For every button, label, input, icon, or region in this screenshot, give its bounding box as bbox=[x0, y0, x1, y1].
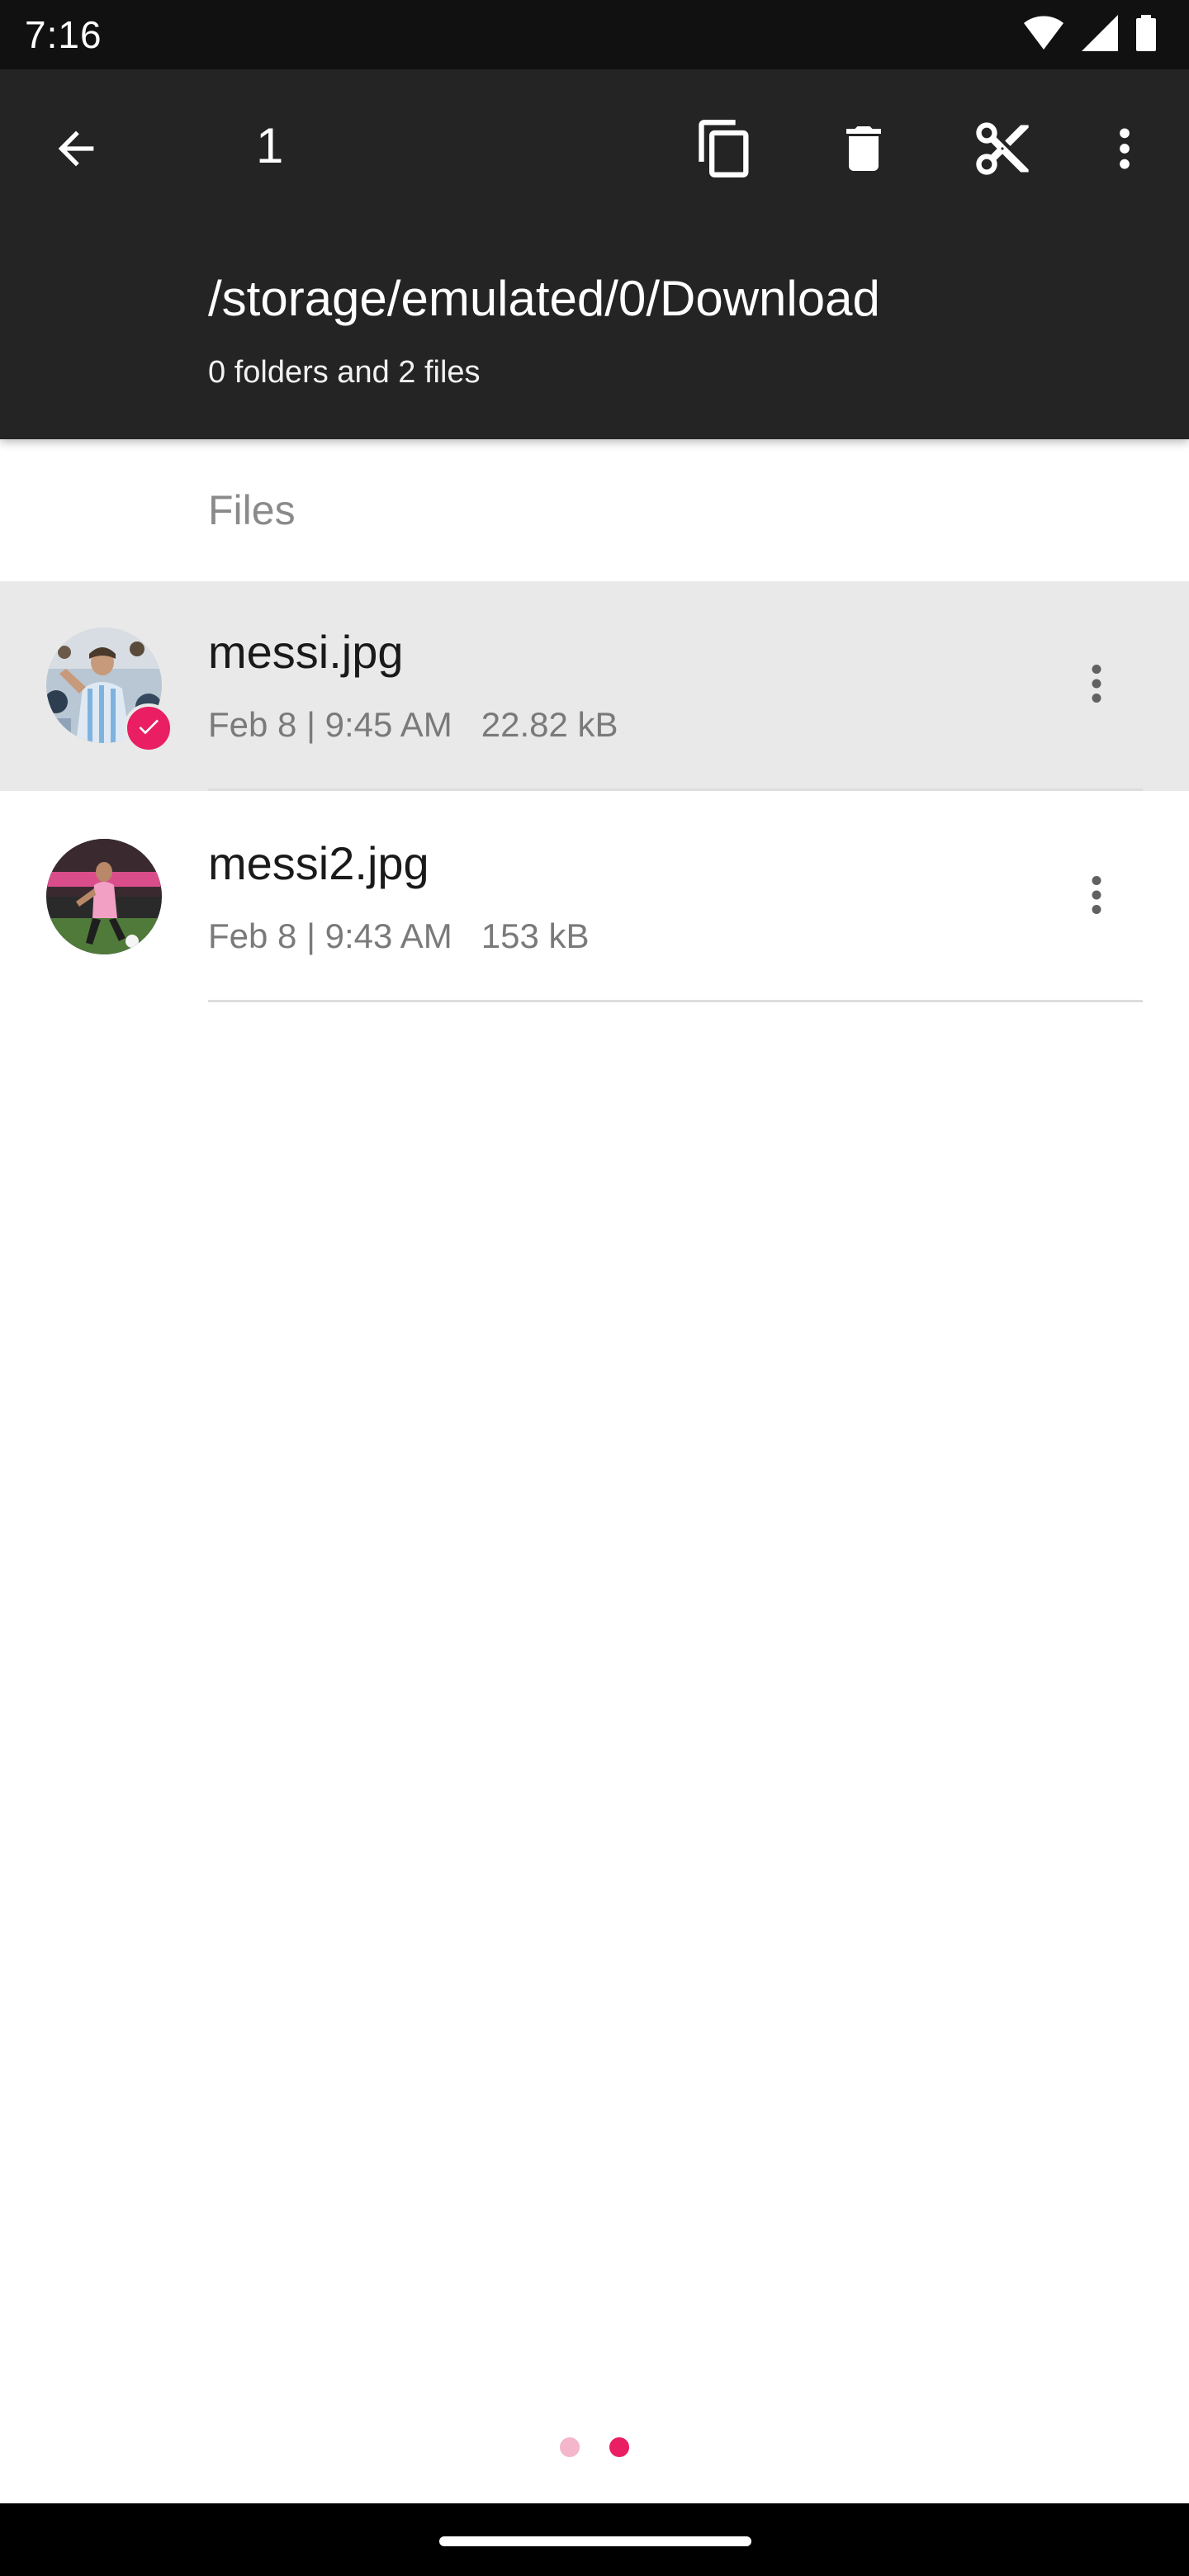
row-divider bbox=[208, 1000, 1143, 1002]
more-vert-icon bbox=[1072, 659, 1121, 713]
file-options-button[interactable] bbox=[1050, 850, 1143, 943]
more-vert-icon bbox=[1098, 122, 1151, 179]
file-name: messi2.jpg bbox=[208, 837, 429, 889]
back-button[interactable] bbox=[30, 104, 122, 197]
file-meta: Feb 8 | 9:45 AM 22.82 kB bbox=[208, 705, 618, 744]
file-meta: Feb 8 | 9:43 AM 153 kB bbox=[208, 916, 590, 955]
file-row-messi[interactable]: messi.jpg Feb 8 | 9:45 AM 22.82 kB bbox=[0, 581, 1189, 791]
file-name: messi.jpg bbox=[208, 626, 404, 678]
folder-summary: 0 folders and 2 files bbox=[208, 355, 481, 390]
page-indicator bbox=[0, 2431, 1189, 2464]
file-row-messi2[interactable]: messi2.jpg Feb 8 | 9:43 AM 153 kB bbox=[0, 793, 1189, 1002]
file-options-button[interactable] bbox=[1050, 639, 1143, 732]
more-vert-icon bbox=[1072, 870, 1121, 924]
cut-button[interactable] bbox=[956, 104, 1049, 197]
selected-check-badge bbox=[124, 703, 173, 753]
selected-count: 1 bbox=[256, 118, 284, 173]
battery-icon bbox=[1136, 15, 1156, 55]
page-dot-1[interactable] bbox=[560, 2437, 580, 2457]
page-dot-2[interactable] bbox=[609, 2437, 629, 2457]
navigation-bar bbox=[0, 2503, 1189, 2576]
row-divider bbox=[208, 788, 1143, 791]
check-icon bbox=[135, 713, 162, 744]
file-thumbnail bbox=[46, 839, 162, 954]
delete-icon bbox=[834, 119, 893, 182]
home-gesture-handle[interactable] bbox=[439, 2536, 751, 2546]
overflow-menu-button[interactable] bbox=[1078, 104, 1171, 197]
copy-icon bbox=[694, 117, 756, 184]
files-section-header: Files bbox=[208, 487, 296, 533]
signal-icon bbox=[1082, 15, 1118, 55]
selection-toolbar: 1 /storage/emulated/0/Download 0 folders… bbox=[0, 69, 1189, 439]
status-icons bbox=[1024, 15, 1156, 55]
status-time: 7:16 bbox=[25, 13, 102, 56]
wifi-icon bbox=[1024, 15, 1063, 55]
arrow-back-icon bbox=[50, 122, 102, 179]
copy-button[interactable] bbox=[679, 104, 771, 197]
cut-icon bbox=[971, 117, 1034, 184]
status-bar: 7:16 bbox=[0, 0, 1189, 69]
current-path: /storage/emulated/0/Download bbox=[208, 271, 880, 326]
delete-button[interactable] bbox=[817, 104, 910, 197]
